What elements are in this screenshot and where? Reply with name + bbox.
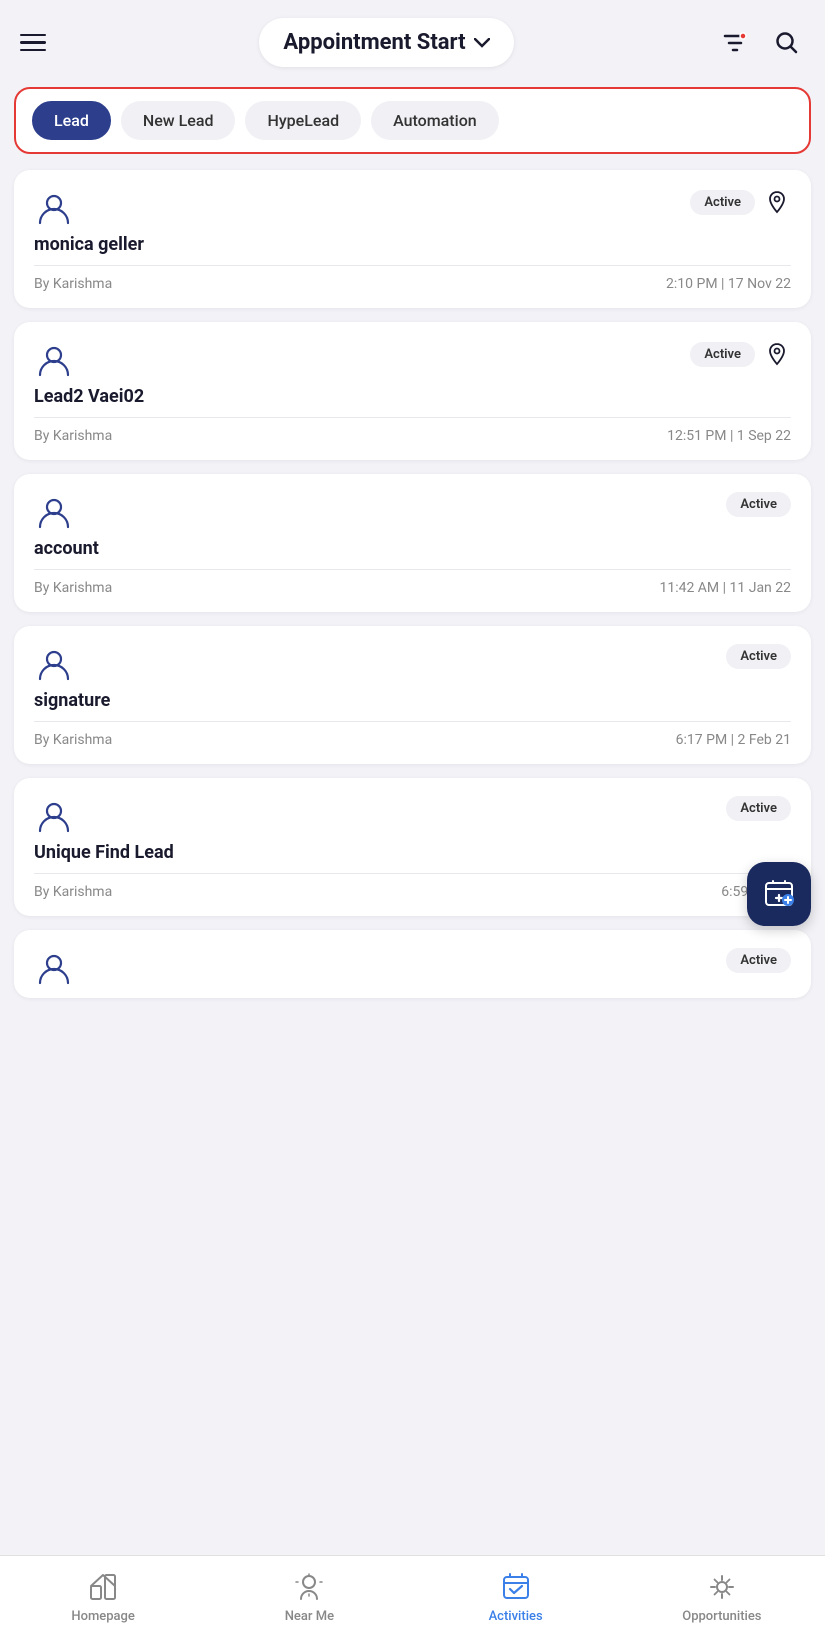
nav-near-me[interactable]: Near Me [206, 1556, 412, 1645]
status-badge: Active [726, 492, 791, 517]
lead-time: 11:42 AM | 11 Jan 22 [659, 580, 791, 596]
tab-lead[interactable]: Lead [32, 101, 111, 140]
lead-by: By Karishma [34, 276, 112, 292]
filter-icon[interactable] [717, 25, 753, 61]
activities-icon [500, 1571, 532, 1603]
lead-card-with-fab: Active Unique Find Lead By Karishma 6:59… [14, 778, 811, 916]
person-icon [34, 948, 74, 988]
location-icon[interactable] [763, 340, 791, 368]
lead-name: signature [34, 690, 791, 711]
menu-icon[interactable] [20, 25, 56, 61]
lead-card[interactable]: Active monica geller By Karishma 2:10 PM… [14, 170, 811, 308]
lead-time: 2:10 PM | 17 Nov 22 [666, 276, 791, 292]
lead-time: 6:17 PM | 2 Feb 21 [676, 732, 791, 748]
lead-name: Lead2 Vaei02 [34, 386, 791, 407]
tab-hype-lead[interactable]: HypeLead [245, 101, 361, 140]
filter-tabs: Lead New Lead HypeLead Automation [14, 87, 811, 154]
near-me-icon [293, 1571, 325, 1603]
lead-name: Unique Find Lead [34, 842, 791, 863]
nav-opportunities-label: Opportunities [682, 1609, 761, 1624]
lead-name: account [34, 538, 791, 559]
nav-near-me-label: Near Me [285, 1609, 334, 1624]
lead-card[interactable]: Active signature By Karishma 6:17 PM | 2… [14, 626, 811, 764]
person-icon [34, 340, 74, 380]
status-badge: Active [726, 644, 791, 669]
lead-card[interactable]: Active Unique Find Lead By Karishma 6:59… [14, 778, 811, 916]
nav-homepage[interactable]: Homepage [0, 1556, 206, 1645]
tab-automation[interactable]: Automation [371, 101, 499, 140]
leads-list: Active monica geller By Karishma 2:10 PM… [0, 170, 825, 916]
person-icon [34, 492, 74, 532]
lead-name: monica geller [34, 234, 791, 255]
lead-time: 12:51 PM | 1 Sep 22 [667, 428, 791, 444]
location-icon[interactable] [763, 188, 791, 216]
status-badge: Active [690, 342, 755, 367]
status-badge: Active [690, 190, 755, 215]
fab-button[interactable] [747, 862, 811, 926]
header-title: Appointment Start [283, 30, 465, 55]
bottom-navigation: Homepage Near Me Activities [0, 1555, 825, 1645]
search-icon[interactable] [769, 25, 805, 61]
nav-homepage-label: Homepage [71, 1609, 135, 1624]
chevron-down-icon [474, 38, 490, 48]
nav-activities-label: Activities [489, 1609, 543, 1624]
person-icon [34, 796, 74, 836]
person-icon [34, 188, 74, 228]
lead-card[interactable]: Active Lead2 Vaei02 By Karishma 12:51 PM… [14, 322, 811, 460]
lead-by: By Karishma [34, 732, 112, 748]
tab-new-lead[interactable]: New Lead [121, 101, 236, 140]
status-badge: Active [726, 948, 791, 973]
header-action-icons [717, 25, 805, 61]
nav-activities[interactable]: Activities [413, 1556, 619, 1645]
nav-opportunities[interactable]: Opportunities [619, 1556, 825, 1645]
homepage-icon [87, 1571, 119, 1603]
opportunities-icon [706, 1571, 738, 1603]
lead-card[interactable]: Active account By Karishma 11:42 AM | 11… [14, 474, 811, 612]
lead-by: By Karishma [34, 428, 112, 444]
lead-by: By Karishma [34, 884, 112, 900]
app-header: Appointment Start [0, 0, 825, 79]
partial-lead-card: Active [14, 930, 811, 998]
header-title-dropdown[interactable]: Appointment Start [259, 18, 513, 67]
person-icon [34, 644, 74, 684]
status-badge: Active [726, 796, 791, 821]
lead-by: By Karishma [34, 580, 112, 596]
